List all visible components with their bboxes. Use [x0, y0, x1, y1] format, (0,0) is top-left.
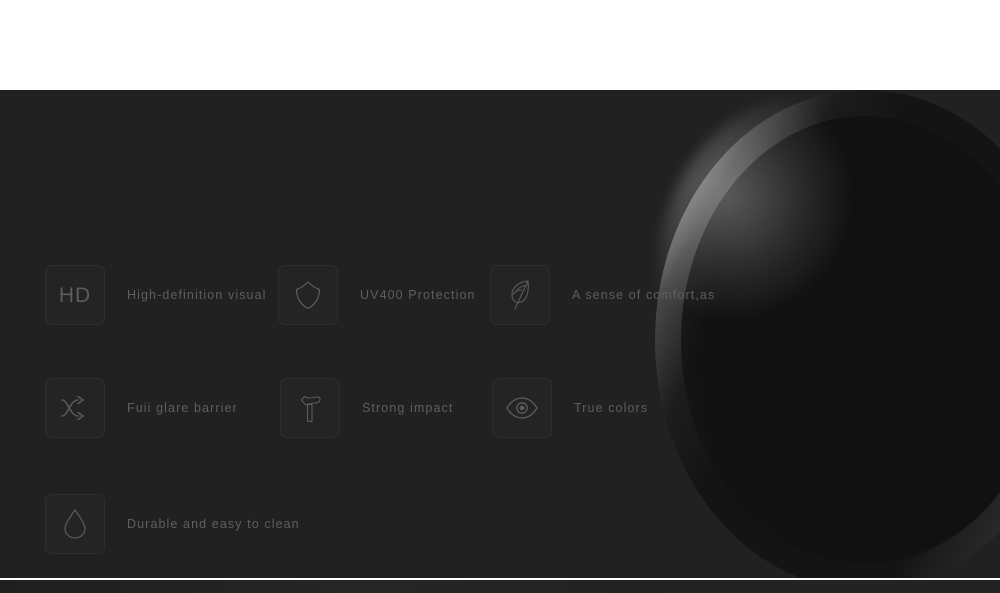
feature-item-comfort: A sense of comfort,as	[490, 265, 715, 325]
feature-grid: HD High-definition visual UV400 Protecti…	[0, 90, 1000, 578]
feature-label: UV400 Protection	[360, 288, 476, 302]
feature-label: True colors	[574, 401, 649, 415]
hd-icon: HD	[45, 265, 105, 325]
footer-shade	[0, 580, 660, 593]
shield-icon	[278, 265, 338, 325]
feature-label: Durable and easy to clean	[127, 517, 300, 531]
water-drop-icon	[45, 494, 105, 554]
shuffle-icon	[45, 378, 105, 438]
hd-icon-label: HD	[58, 283, 92, 307]
feature-label: A sense of comfort,as	[572, 288, 716, 302]
feature-label: Strong impact	[362, 401, 454, 415]
feature-item-durable: Durable and easy to clean	[45, 494, 300, 554]
feature-item-uv400: UV400 Protection	[278, 265, 476, 325]
dark-feature-panel: HD High-definition visual UV400 Protecti…	[0, 90, 1000, 578]
top-white-spacer	[0, 0, 1000, 90]
hammer-icon	[280, 378, 340, 438]
feather-icon	[490, 265, 550, 325]
feature-label: Fuii glare barrier	[127, 401, 238, 415]
footer-strip	[0, 580, 1000, 593]
eye-icon	[492, 378, 552, 438]
feature-item-hd: HD High-definition visual	[45, 265, 267, 325]
feature-item-true-colors: True colors	[492, 378, 648, 438]
feature-item-glare: Fuii glare barrier	[45, 378, 238, 438]
feature-label: High-definition visual	[127, 288, 267, 302]
feature-item-impact: Strong impact	[280, 378, 453, 438]
product-feature-banner: HD High-definition visual UV400 Protecti…	[0, 0, 1000, 593]
